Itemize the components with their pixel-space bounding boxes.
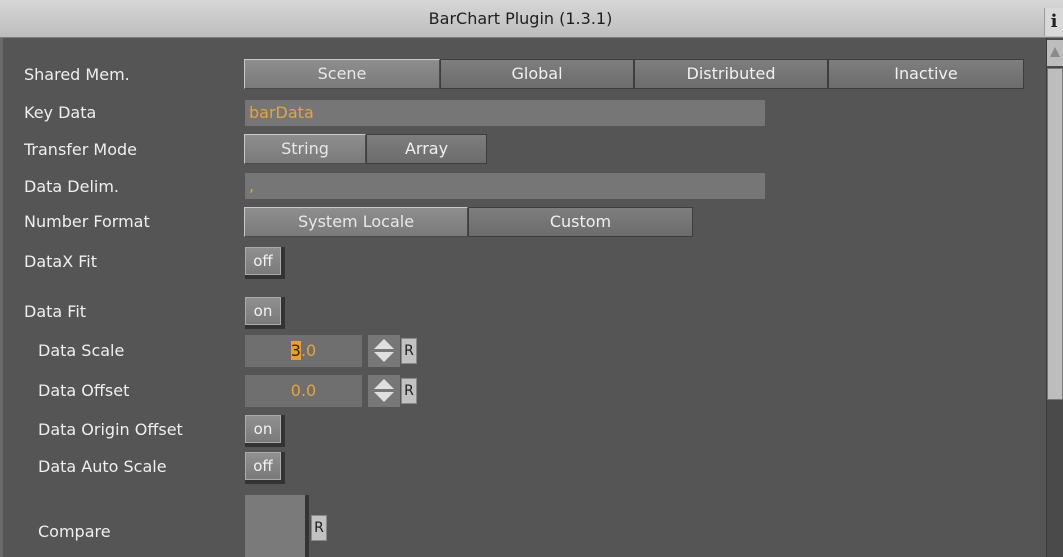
data-origin-offset-toggle[interactable]: on xyxy=(245,415,285,447)
data-scale-reset-button[interactable]: R xyxy=(401,338,417,364)
data-auto-scale-label: Data Auto Scale xyxy=(38,457,167,476)
number-format-label: Number Format xyxy=(24,212,150,231)
window-title: BarChart Plugin (1.3.1) xyxy=(428,9,613,28)
shared-mem-global-button[interactable]: Global xyxy=(440,59,634,89)
vertical-scrollbar[interactable] xyxy=(1046,38,1063,557)
compare-reset-button[interactable]: R xyxy=(311,515,327,541)
data-scale-spinner-icon[interactable] xyxy=(368,335,400,367)
scroll-thumb[interactable] xyxy=(1047,68,1063,400)
data-origin-offset-toggle-text: on xyxy=(245,415,281,443)
data-origin-offset-label: Data Origin Offset xyxy=(38,420,183,439)
number-format-custom-button[interactable]: Custom xyxy=(468,207,693,237)
transfer-mode-label: Transfer Mode xyxy=(24,140,138,159)
transfer-mode-string-button[interactable]: String xyxy=(244,134,366,164)
compare-drop-zone[interactable] xyxy=(245,495,309,557)
datax-fit-toggle[interactable]: off xyxy=(245,247,285,279)
scroll-up-arrow-icon[interactable] xyxy=(1047,40,1063,66)
key-data-input[interactable]: barData xyxy=(245,100,765,126)
datax-fit-label: DataX Fit xyxy=(24,252,98,271)
shared-mem-label: Shared Mem. xyxy=(24,65,130,84)
data-scale-input[interactable]: 3.0 xyxy=(245,335,362,367)
shared-mem-scene-button[interactable]: Scene xyxy=(244,59,440,89)
data-delim-label: Data Delim. xyxy=(24,177,120,196)
compare-label: Compare xyxy=(38,522,111,541)
data-scale-rest: .0 xyxy=(300,341,317,360)
info-icon[interactable]: i xyxy=(1044,8,1063,36)
data-offset-label: Data Offset xyxy=(38,381,130,400)
title-bar: BarChart Plugin (1.3.1) i xyxy=(0,0,1063,38)
datax-fit-toggle-text: off xyxy=(245,247,281,275)
key-data-label: Key Data xyxy=(24,103,97,122)
transfer-mode-array-button[interactable]: Array xyxy=(366,134,487,164)
data-auto-scale-toggle-text: off xyxy=(245,452,281,480)
data-offset-reset-button[interactable]: R xyxy=(401,378,417,404)
data-offset-spinner-icon[interactable] xyxy=(368,375,400,407)
data-scale-label: Data Scale xyxy=(38,341,125,360)
data-fit-label: Data Fit xyxy=(24,302,87,321)
shared-mem-inactive-button[interactable]: Inactive xyxy=(828,59,1024,89)
data-fit-toggle[interactable]: on xyxy=(245,297,285,329)
data-auto-scale-toggle[interactable]: off xyxy=(245,452,285,484)
data-offset-input[interactable]: 0.0 xyxy=(245,375,362,407)
data-delim-input[interactable]: , xyxy=(245,173,765,199)
data-fit-toggle-text: on xyxy=(245,297,281,325)
number-format-system-locale-button[interactable]: System Locale xyxy=(244,207,468,237)
left-border xyxy=(0,38,3,557)
shared-mem-distributed-button[interactable]: Distributed xyxy=(634,59,828,89)
data-scale-selected-digit: 3 xyxy=(290,341,301,360)
